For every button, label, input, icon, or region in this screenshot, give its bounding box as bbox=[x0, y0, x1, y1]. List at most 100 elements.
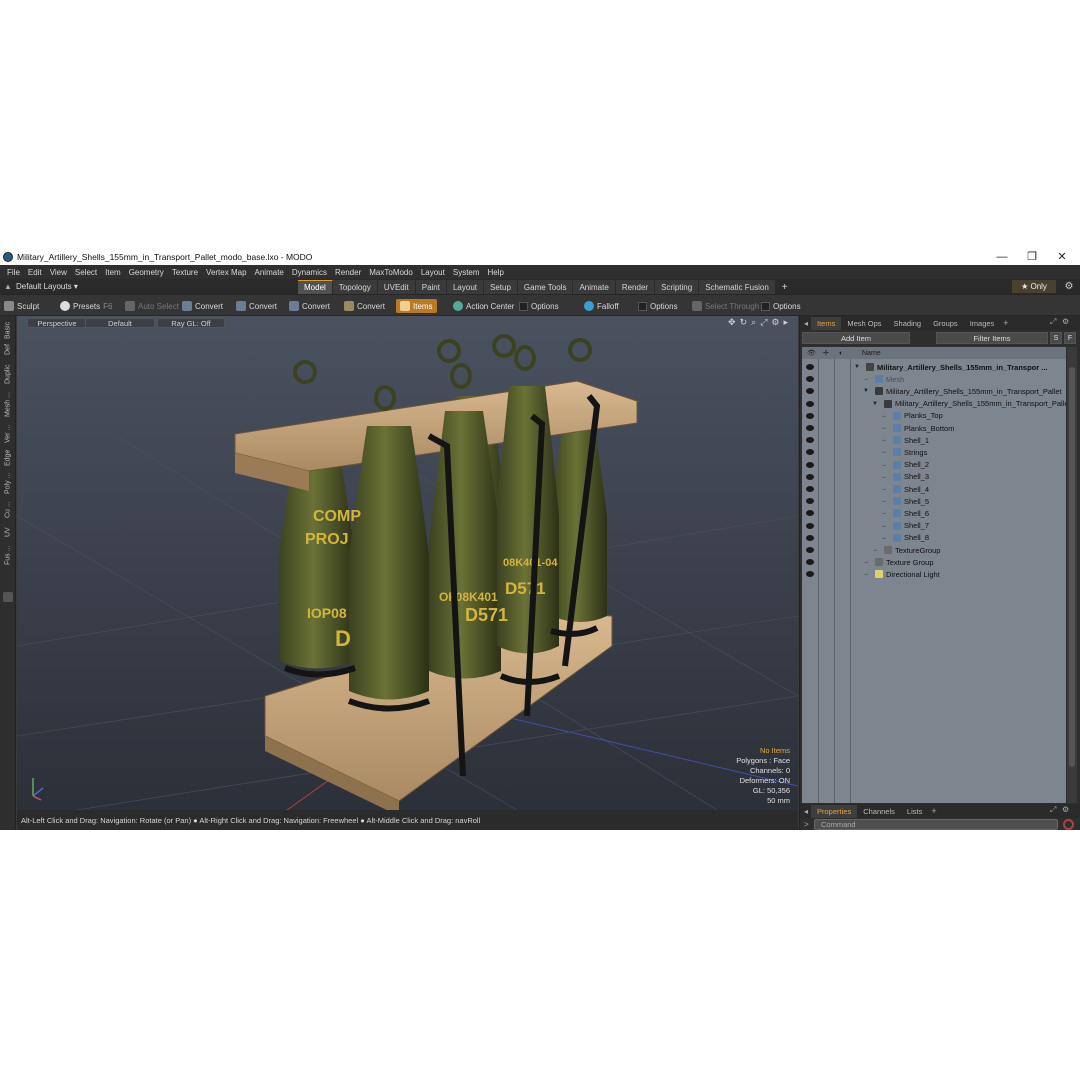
item-row[interactable]: → Shell_8 bbox=[802, 532, 1066, 544]
panel-settings-icon[interactable]: ⚙ bbox=[1062, 805, 1069, 814]
tab-game-tools[interactable]: Game Tools bbox=[517, 280, 574, 294]
vtab-mesh[interactable]: Mesh ... bbox=[2, 390, 14, 420]
add-item-button[interactable]: Add Item bbox=[802, 332, 910, 344]
vtab-curve[interactable]: Cu ... bbox=[2, 498, 14, 522]
convert-button-4[interactable]: Convert bbox=[344, 299, 385, 313]
tab-mesh-ops[interactable]: Mesh Ops bbox=[841, 317, 887, 330]
item-row[interactable]: → Directional Light bbox=[802, 568, 1066, 580]
visibility-eye-icon[interactable] bbox=[806, 498, 814, 505]
select-through-options[interactable]: Options bbox=[761, 299, 801, 313]
tab-layout[interactable]: Layout bbox=[446, 280, 484, 294]
only-toggle[interactable]: ★ Only bbox=[1012, 280, 1056, 293]
view-type-dropdown[interactable]: Perspective bbox=[27, 318, 87, 328]
item-row[interactable]: ▼ Military_Artillery_Shells_155mm_in_Tran… bbox=[802, 398, 1066, 410]
menu-geometry[interactable]: Geometry bbox=[129, 268, 164, 277]
tab-groups[interactable]: Groups bbox=[927, 317, 964, 330]
falloff-options[interactable]: Options bbox=[638, 299, 678, 313]
default-layouts-dropdown[interactable]: ▲ Default Layouts ▾ bbox=[4, 281, 92, 293]
f-filter-button[interactable]: F bbox=[1064, 332, 1076, 344]
item-row[interactable]: → Shell_7 bbox=[802, 520, 1066, 532]
zoom-view-icon[interactable]: ⌕ bbox=[751, 317, 756, 328]
convert-button-2[interactable]: Convert bbox=[236, 299, 277, 313]
menu-file[interactable]: File bbox=[7, 268, 20, 277]
menu-dynamics[interactable]: Dynamics bbox=[292, 268, 327, 277]
menu-animate[interactable]: Animate bbox=[255, 268, 284, 277]
visibility-eye-icon[interactable] bbox=[806, 400, 814, 407]
raygl-toggle[interactable]: Ray GL: Off bbox=[157, 318, 225, 328]
minimize-button[interactable]: — bbox=[987, 248, 1017, 265]
scrollbar-thumb[interactable] bbox=[1069, 367, 1075, 767]
item-row[interactable]: → Shell_4 bbox=[802, 483, 1066, 495]
rotate-view-icon[interactable]: ↻ bbox=[740, 317, 748, 328]
menu-texture[interactable]: Texture bbox=[172, 268, 198, 277]
visibility-eye-icon[interactable] bbox=[806, 559, 814, 566]
vtab-polygon[interactable]: Poly ... bbox=[2, 470, 14, 496]
item-row[interactable]: → Shell_3 bbox=[802, 471, 1066, 483]
item-row[interactable]: → Shell_1 bbox=[802, 434, 1066, 446]
tab-properties[interactable]: Properties bbox=[811, 804, 858, 818]
menu-help[interactable]: Help bbox=[488, 268, 504, 277]
tab-paint[interactable]: Paint bbox=[415, 280, 447, 294]
visibility-eye-icon[interactable] bbox=[806, 473, 814, 480]
panel-menu-icon[interactable]: ◂ bbox=[804, 807, 808, 816]
auto-select-button[interactable]: Auto Select bbox=[125, 299, 179, 313]
item-row[interactable]: → Shell_2 bbox=[802, 459, 1066, 471]
visibility-eye-icon[interactable] bbox=[806, 449, 814, 456]
select-through-button[interactable]: Select Through bbox=[692, 299, 759, 313]
tab-items[interactable]: Items bbox=[811, 316, 842, 330]
gear-icon[interactable]: ⚙ bbox=[1062, 280, 1076, 293]
shading-dropdown[interactable]: Default bbox=[85, 318, 155, 328]
add-panel-tab-icon[interactable]: + bbox=[928, 806, 939, 816]
expand-arrow-icon[interactable]: ▼ bbox=[863, 388, 869, 394]
menu-maxtomodo[interactable]: MaxToModo bbox=[369, 268, 413, 277]
menu-system[interactable]: System bbox=[453, 268, 480, 277]
visibility-eye-icon[interactable] bbox=[806, 364, 814, 370]
item-row[interactable]: → Strings bbox=[802, 446, 1066, 458]
s-filter-button[interactable]: S bbox=[1050, 332, 1062, 344]
tab-render[interactable]: Render bbox=[615, 280, 656, 294]
visibility-eye-icon[interactable] bbox=[806, 486, 814, 492]
3d-viewport[interactable]: COMP PROJ IOP08 D OF08K401 D571 08K401-0… bbox=[17, 316, 798, 810]
expand-arrow-icon[interactable]: ▼ bbox=[872, 401, 878, 407]
visibility-eye-icon[interactable] bbox=[806, 412, 814, 419]
visibility-eye-icon[interactable] bbox=[806, 461, 814, 468]
maximize-panel-icon[interactable]: ⤢ bbox=[1050, 805, 1056, 815]
visibility-eye-icon[interactable] bbox=[806, 388, 814, 395]
item-row[interactable]: → Shell_5 bbox=[802, 495, 1066, 507]
expand-view-icon[interactable]: ▸ bbox=[783, 317, 788, 328]
items-mode-button[interactable]: Items bbox=[396, 299, 437, 313]
add-tab-button[interactable]: + bbox=[776, 280, 795, 294]
item-row[interactable]: ▼ Military_Artillery_Shells_155mm_in_Tran… bbox=[802, 361, 1066, 373]
vtab-duplicate[interactable]: Duplic bbox=[2, 360, 14, 388]
action-center-options[interactable]: Options bbox=[519, 299, 559, 313]
command-stop-icon[interactable] bbox=[1063, 818, 1074, 830]
add-panel-tab-icon[interactable]: + bbox=[1000, 318, 1011, 328]
convert-button-1[interactable]: Convert bbox=[182, 299, 223, 313]
item-row[interactable]: → Mesh bbox=[802, 373, 1066, 385]
tab-setup[interactable]: Setup bbox=[484, 280, 518, 294]
strip-toggle-icon[interactable] bbox=[3, 592, 13, 602]
item-row[interactable]: → TextureGroup bbox=[802, 544, 1066, 556]
item-row[interactable]: → Shell_6 bbox=[802, 507, 1066, 519]
maximize-panel-icon[interactable]: ⤢ bbox=[1050, 317, 1056, 327]
tab-channels[interactable]: Channels bbox=[857, 805, 901, 818]
menu-view[interactable]: View bbox=[50, 268, 67, 277]
filter-items-button[interactable]: Filter Items bbox=[936, 332, 1048, 344]
convert-button-3[interactable]: Convert bbox=[289, 299, 330, 313]
menu-render[interactable]: Render bbox=[335, 268, 361, 277]
tab-model[interactable]: Model bbox=[298, 280, 333, 294]
tab-schematic-fusion[interactable]: Schematic Fusion bbox=[699, 280, 776, 294]
menu-edit[interactable]: Edit bbox=[28, 268, 42, 277]
tab-shading[interactable]: Shading bbox=[888, 317, 928, 330]
menu-layout[interactable]: Layout bbox=[421, 268, 445, 277]
tab-lists[interactable]: Lists bbox=[901, 805, 928, 818]
vtab-fusion[interactable]: Fus ... bbox=[2, 542, 14, 568]
visibility-eye-icon[interactable] bbox=[806, 425, 814, 431]
vtab-basic[interactable]: Basic bbox=[2, 320, 14, 340]
falloff-button[interactable]: Falloff bbox=[584, 299, 619, 313]
action-center-button[interactable]: Action Center bbox=[453, 299, 514, 313]
settings-view-icon[interactable]: ⚙ bbox=[771, 317, 779, 328]
vtab-uv[interactable]: UV bbox=[2, 524, 14, 540]
panel-menu-icon[interactable]: ◂ bbox=[804, 319, 808, 328]
restore-button[interactable]: ❐ bbox=[1017, 248, 1047, 265]
